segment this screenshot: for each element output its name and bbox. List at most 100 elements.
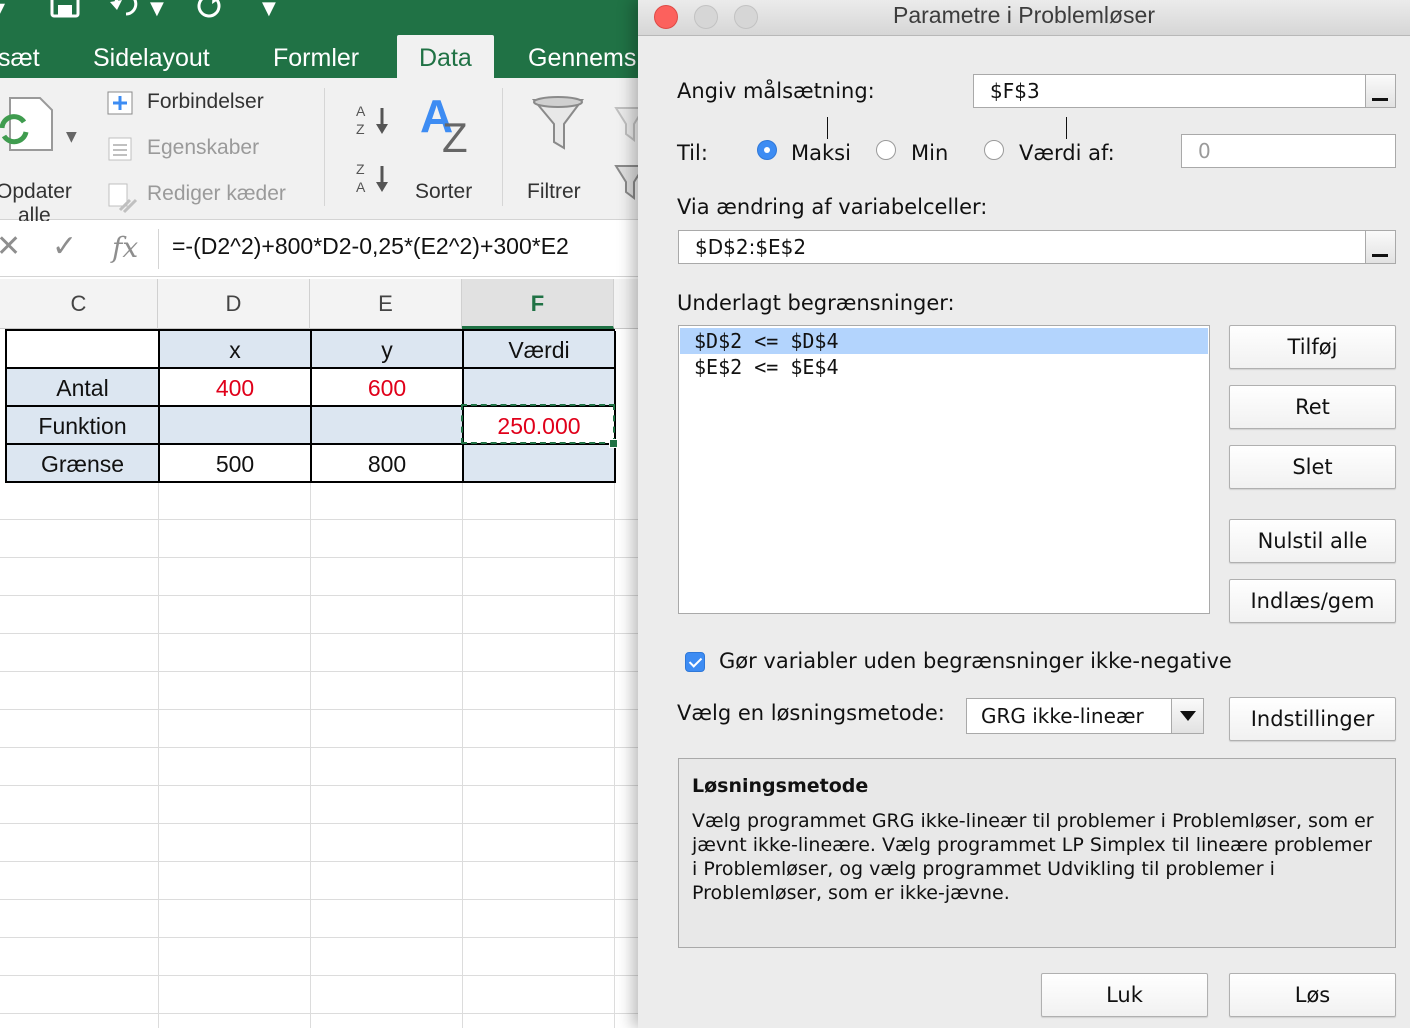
changing-cells-label: Via ændring af variabelceller: xyxy=(677,195,988,219)
cell-c3[interactable]: Funktion xyxy=(7,407,160,445)
radio-value-of[interactable] xyxy=(984,140,1004,160)
fx-icon[interactable]: fx xyxy=(112,231,138,264)
sort-label: Sorter xyxy=(415,180,473,203)
constraint-item[interactable]: $D$2 <= $D$4 xyxy=(680,328,1208,354)
svg-text:Z: Z xyxy=(442,114,468,156)
formula-divider xyxy=(158,229,159,269)
worksheet-grid[interactable]: x y Værdi Antal 400 600 Funktion 250.000… xyxy=(0,329,638,1028)
column-header-e[interactable]: E xyxy=(310,279,462,329)
cell-d1[interactable]: x xyxy=(160,331,312,369)
cell-e1[interactable]: y xyxy=(312,331,464,369)
gridline xyxy=(0,1013,638,1014)
gridline xyxy=(0,861,638,862)
solver-dialog: Parametre i Problemløser Angiv målsætnin… xyxy=(638,0,1410,1028)
dialog-titlebar: Parametre i Problemløser xyxy=(638,0,1410,36)
load-save-button[interactable]: Indlæs/gem xyxy=(1229,579,1396,623)
cell-d3[interactable] xyxy=(160,407,312,445)
objective-value: $F$3 xyxy=(990,79,1040,103)
objective-input[interactable]: $F$3 xyxy=(973,74,1396,108)
filter-button[interactable]: Filtrer xyxy=(520,96,600,216)
cell-c2[interactable]: Antal xyxy=(7,369,160,407)
column-header-d[interactable]: D xyxy=(158,279,310,329)
tab-review[interactable]: Gennems xyxy=(528,30,636,78)
gridline xyxy=(0,671,638,672)
tab-formulas[interactable]: Formler xyxy=(273,30,359,78)
gridline xyxy=(0,899,638,900)
value-of-input[interactable]: 0 xyxy=(1181,134,1396,168)
selected-cell-marquee xyxy=(461,404,615,444)
enter-icon[interactable]: ✓ xyxy=(52,229,77,264)
tab-insert[interactable]: sæt xyxy=(0,30,40,78)
cell-f4[interactable] xyxy=(464,445,616,483)
sort-button[interactable]: A Z Sorter xyxy=(410,92,490,212)
dialog-title: Parametre i Problemløser xyxy=(892,2,1156,28)
gridline xyxy=(0,823,638,824)
undo-dropdown-icon[interactable]: ▼ xyxy=(150,0,164,24)
svg-text:Z: Z xyxy=(356,161,365,177)
radio-value-of-label[interactable]: Værdi af: xyxy=(1019,141,1115,165)
changing-cells-input[interactable]: $D$2:$E$2 xyxy=(678,230,1396,264)
radio-min[interactable] xyxy=(876,140,896,160)
undo-history-icon[interactable]: ▾ xyxy=(0,0,5,24)
refresh-dropdown-icon[interactable]: ▼ xyxy=(66,122,77,152)
tab-data[interactable]: Data xyxy=(397,35,494,78)
radio-max[interactable] xyxy=(757,140,777,160)
method-selected-value: GRG ikke-lineær xyxy=(981,704,1144,728)
collapse-changing-icon[interactable] xyxy=(1365,231,1395,263)
column-header-g[interactable] xyxy=(614,279,638,329)
cell-f2[interactable] xyxy=(464,369,616,407)
edit-links-button: Rediger kæder xyxy=(104,182,314,214)
filter-label: Filtrer xyxy=(527,180,581,203)
redo-icon[interactable] xyxy=(195,0,225,18)
cell-d4[interactable]: 500 xyxy=(160,445,312,483)
sort-ascending-icon[interactable]: A Z xyxy=(354,102,392,138)
formula-input[interactable]: =-(D2^2)+800*D2-0,25*(E2^2)+300*E2 xyxy=(172,233,569,260)
tab-page-layout[interactable]: Sidelayout xyxy=(93,30,210,78)
reset-all-button[interactable]: Nulstil alle xyxy=(1229,519,1396,563)
properties-label: Egenskaber xyxy=(147,136,260,159)
refresh-all-button[interactable]: ▼ Opdater alle xyxy=(0,94,84,227)
gridline xyxy=(0,519,638,520)
nonnegative-checkbox[interactable] xyxy=(685,652,705,672)
radio-max-label[interactable]: Maksi xyxy=(791,141,851,165)
gridline xyxy=(0,785,638,786)
column-header-f[interactable]: F xyxy=(462,279,614,329)
constraint-item[interactable]: $E$2 <= $E$4 xyxy=(680,354,1208,380)
nonnegative-label[interactable]: Gør variabler uden begrænsninger ikke-ne… xyxy=(719,649,1232,673)
customize-toolbar-icon[interactable]: ▼ xyxy=(262,0,276,24)
column-headers: C D E F xyxy=(0,279,638,329)
save-icon[interactable] xyxy=(50,0,80,20)
column-header-c[interactable]: C xyxy=(0,279,158,329)
radio-min-label[interactable]: Min xyxy=(911,141,948,165)
cancel-icon[interactable]: ✕ xyxy=(0,229,21,264)
close-button[interactable]: Luk xyxy=(1041,973,1208,1017)
change-constraint-button[interactable]: Ret xyxy=(1229,385,1396,429)
fill-handle[interactable] xyxy=(609,439,618,448)
edit-links-icon xyxy=(108,183,138,214)
connections-button[interactable]: Forbindelser xyxy=(104,90,314,120)
cell-e3[interactable] xyxy=(312,407,464,445)
constraints-list[interactable]: $D$2 <= $D$4 $E$2 <= $E$4 xyxy=(678,325,1210,614)
delete-constraint-button[interactable]: Slet xyxy=(1229,445,1396,489)
advanced-filter-icon[interactable] xyxy=(614,162,638,202)
cell-e4[interactable]: 800 xyxy=(312,445,464,483)
options-button[interactable]: Indstillinger xyxy=(1229,697,1396,741)
ribbon-divider xyxy=(502,88,503,206)
add-constraint-button[interactable]: Tilføj xyxy=(1229,325,1396,369)
method-description-title: Løsningsmetode xyxy=(692,775,869,797)
cell-c1[interactable] xyxy=(7,331,160,369)
undo-icon[interactable] xyxy=(108,0,142,18)
cell-f1[interactable]: Værdi xyxy=(464,331,616,369)
cell-e2[interactable]: 600 xyxy=(312,369,464,407)
sort-descending-icon[interactable]: Z A xyxy=(354,160,392,196)
cell-c4[interactable]: Grænse xyxy=(7,445,160,483)
gridline xyxy=(0,557,638,558)
method-select[interactable]: GRG ikke-lineær xyxy=(966,698,1204,734)
chevron-down-icon[interactable] xyxy=(1171,699,1203,733)
refresh-icon xyxy=(0,97,53,151)
collapse-objective-icon[interactable] xyxy=(1365,75,1395,107)
solve-button[interactable]: Løs xyxy=(1229,973,1396,1017)
svg-text:A: A xyxy=(356,103,366,119)
cell-d2[interactable]: 400 xyxy=(160,369,312,407)
constraints-label: Underlagt begrænsninger: xyxy=(677,291,955,315)
